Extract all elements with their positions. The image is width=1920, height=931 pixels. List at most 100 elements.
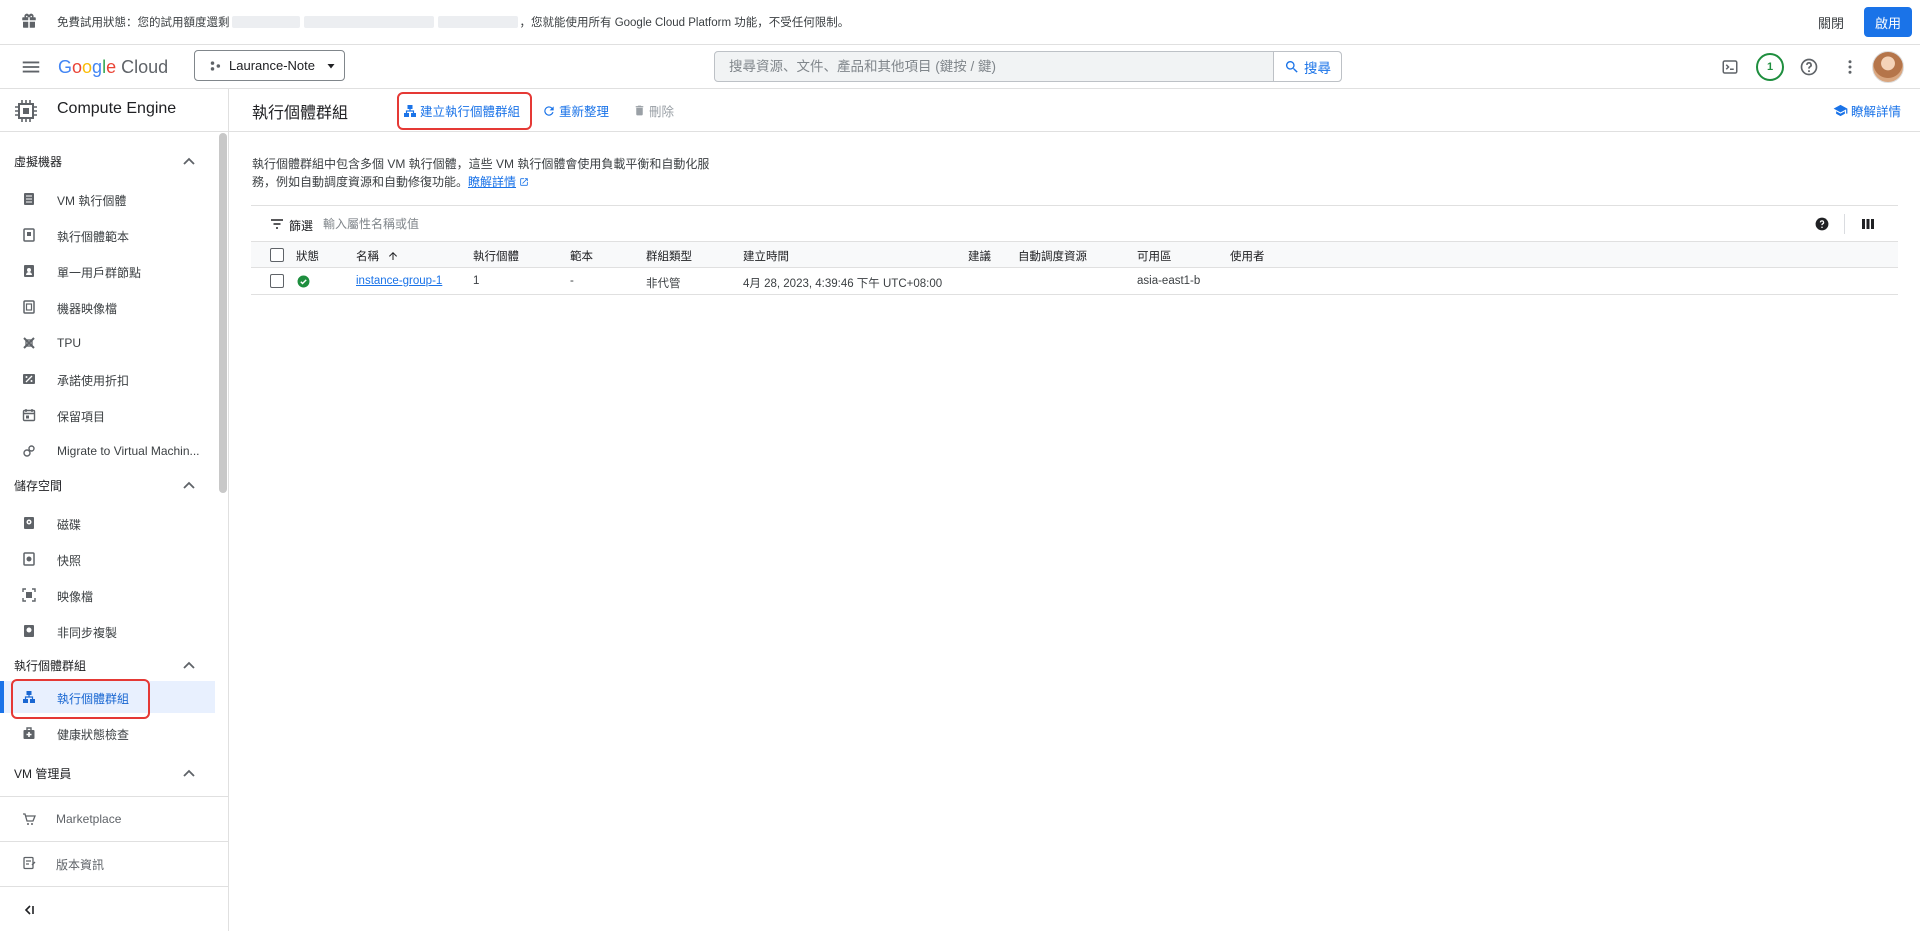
refresh-icon — [544, 105, 554, 116]
sidebar-scrollbar[interactable] — [219, 133, 227, 493]
school-icon — [1833, 104, 1848, 117]
more-vert-icon[interactable] — [1839, 56, 1861, 78]
notification-badge[interactable]: 1 — [1756, 53, 1784, 81]
sidebar-item-images[interactable]: 映像檔 — [0, 579, 215, 611]
highlight-box — [397, 92, 532, 130]
product-title: Compute Engine — [57, 100, 177, 117]
sidebar-item-label: TPU — [57, 336, 81, 350]
delete-label: 刪除 — [649, 105, 675, 119]
google-cloud-logo[interactable]: Google Cloud — [58, 57, 168, 78]
help-circle-icon[interactable] — [1815, 217, 1829, 231]
column-header-status[interactable]: 狀態 — [296, 248, 319, 264]
sidebar-item-disks[interactable]: 磁碟 — [0, 507, 215, 539]
instance-group-name-link[interactable]: instance-group-1 — [356, 275, 442, 287]
sidebar-release-notes[interactable]: 版本資訊 — [0, 847, 228, 879]
migrate-icon — [23, 445, 35, 457]
column-header-name[interactable]: 名稱 — [356, 248, 399, 264]
sidebar-item-snapshots[interactable]: 快照 — [0, 543, 215, 575]
column-header-zone[interactable]: 可用區 — [1137, 248, 1172, 264]
chevron-up-icon[interactable] — [183, 481, 195, 489]
column-header-autoscaling[interactable]: 自動調度資源 — [1018, 248, 1087, 264]
gift-icon — [20, 12, 38, 30]
sidebar-item-async-replication[interactable]: 非同步複製 — [0, 615, 215, 647]
column-header-group-type[interactable]: 群組類型 — [646, 248, 692, 264]
sidebar-item-machine-images[interactable]: 機器映像檔 — [0, 291, 215, 323]
account-avatar[interactable] — [1872, 51, 1904, 83]
calendar-icon — [22, 409, 36, 422]
column-display-icon[interactable] — [1861, 217, 1875, 231]
sidebar-item-tpu[interactable]: TPU — [0, 327, 215, 359]
top-bar: GoogleCloud Laurance-Note 搜尋 1 — [0, 45, 1920, 89]
column-header-recommendation[interactable]: 建議 — [968, 248, 991, 264]
column-header-created[interactable]: 建立時間 — [743, 248, 789, 264]
tpu-icon — [23, 337, 35, 349]
active-indicator — [0, 681, 4, 713]
trial-message: 免費試用狀態：您的試用額度還剩 ，您就能使用所有 Google Cloud Pl… — [57, 14, 849, 30]
percent-icon — [23, 374, 35, 384]
highlight-box — [11, 679, 150, 719]
filter-input[interactable] — [323, 214, 623, 234]
refresh-button[interactable]: 重新整理 — [542, 101, 609, 120]
section-virtual-machines[interactable]: 虛擬機器 — [14, 153, 62, 170]
sidebar-item-instance-templates[interactable]: 執行個體範本 — [0, 219, 215, 251]
sidebar-item-label: 機器映像檔 — [57, 302, 118, 316]
sidebar-item-sole-tenant-nodes[interactable]: 單一用戶群節點 — [0, 255, 215, 287]
project-name: Laurance-Note — [229, 58, 315, 73]
column-header-template[interactable]: 範本 — [570, 248, 593, 264]
banner-close-button[interactable]: 關閉 — [1818, 13, 1844, 32]
status-ok-icon — [297, 275, 310, 288]
left-sidebar: Compute Engine 虛擬機器 VM 執行個體 執行個體範本 單一用戶群… — [0, 89, 229, 931]
learn-more-button[interactable]: 瞭解詳情 — [1833, 101, 1901, 120]
table-row[interactable]: instance-group-1 1 - 非代管 4月 28, 2023, 4:… — [251, 268, 1898, 295]
section-vm-manager[interactable]: VM 管理員 — [14, 765, 71, 782]
filter-icon[interactable] — [270, 218, 284, 230]
vm-instance-icon — [24, 193, 34, 205]
activate-button[interactable]: 啟用 — [1864, 7, 1912, 37]
collapse-sidebar-icon[interactable] — [22, 903, 36, 917]
cell-instances: 1 — [473, 275, 480, 287]
section-storage[interactable]: 儲存空間 — [14, 477, 62, 494]
learn-more-link[interactable]: 瞭解詳情 — [468, 175, 516, 189]
search-button[interactable]: 搜尋 — [1273, 52, 1341, 81]
help-icon[interactable] — [1798, 56, 1820, 78]
sidebar-item-label: 單一用戶群節點 — [57, 266, 142, 280]
table-header: 狀態 名稱 執行個體 範本 群組類型 建立時間 建議 自動調度資源 可用區 使用… — [251, 242, 1898, 268]
hamburger-menu-icon[interactable] — [20, 56, 42, 78]
sidebar-item-migrate-to-vm[interactable]: Migrate to Virtual Machin... — [0, 435, 215, 467]
section-instance-groups[interactable]: 執行個體群組 — [14, 657, 86, 674]
column-header-in-use-by[interactable]: 使用者 — [1230, 248, 1265, 264]
disk-icon — [24, 517, 34, 529]
sidebar-item-label: 保留項目 — [57, 410, 106, 424]
project-selector[interactable]: Laurance-Note — [194, 50, 345, 81]
sidebar-item-health-checks[interactable]: 健康狀態檢查 — [0, 717, 215, 749]
sidebar-item-reservations[interactable]: 保留項目 — [0, 399, 215, 431]
release-notes-icon — [23, 856, 36, 870]
logo-letter: o — [72, 57, 83, 77]
snapshot-icon — [23, 552, 35, 566]
chevron-up-icon[interactable] — [183, 661, 195, 669]
chevron-up-icon[interactable] — [183, 157, 195, 165]
sidebar-marketplace[interactable]: Marketplace — [0, 803, 228, 835]
logo-letter: G — [58, 57, 73, 77]
search-input[interactable] — [715, 52, 1273, 81]
select-all-checkbox[interactable] — [270, 248, 284, 262]
project-dots-icon — [210, 60, 221, 71]
cell-template: - — [570, 275, 574, 287]
sidebar-item-label: Migrate to Virtual Machin... — [57, 444, 200, 458]
chevron-up-icon[interactable] — [183, 769, 195, 777]
sidebar-item-label: 非同步複製 — [57, 626, 118, 640]
description-line-1: 執行個體群組中包含多個 VM 執行個體，這些 VM 執行個體會使用負載平衡和自動… — [252, 157, 710, 171]
sidebar-item-vm-instances[interactable]: VM 執行個體 — [0, 183, 215, 215]
cloud-shell-icon[interactable] — [1719, 56, 1741, 78]
replication-icon — [24, 625, 34, 637]
search-button-label: 搜尋 — [1304, 60, 1331, 76]
health-check-icon — [23, 727, 35, 739]
column-header-instances[interactable]: 執行個體 — [473, 248, 519, 264]
marketplace-label: Marketplace — [56, 812, 122, 826]
row-checkbox[interactable] — [270, 274, 284, 288]
trial-message-end: ，您就能使用所有 Google Cloud Platform 功能，不受任何限制… — [519, 17, 850, 29]
cart-icon — [23, 813, 36, 825]
sidebar-item-committed-use-discounts[interactable]: 承諾使用折扣 — [0, 363, 215, 395]
template-icon — [23, 228, 35, 242]
delete-button[interactable]: 刪除 — [633, 101, 674, 120]
